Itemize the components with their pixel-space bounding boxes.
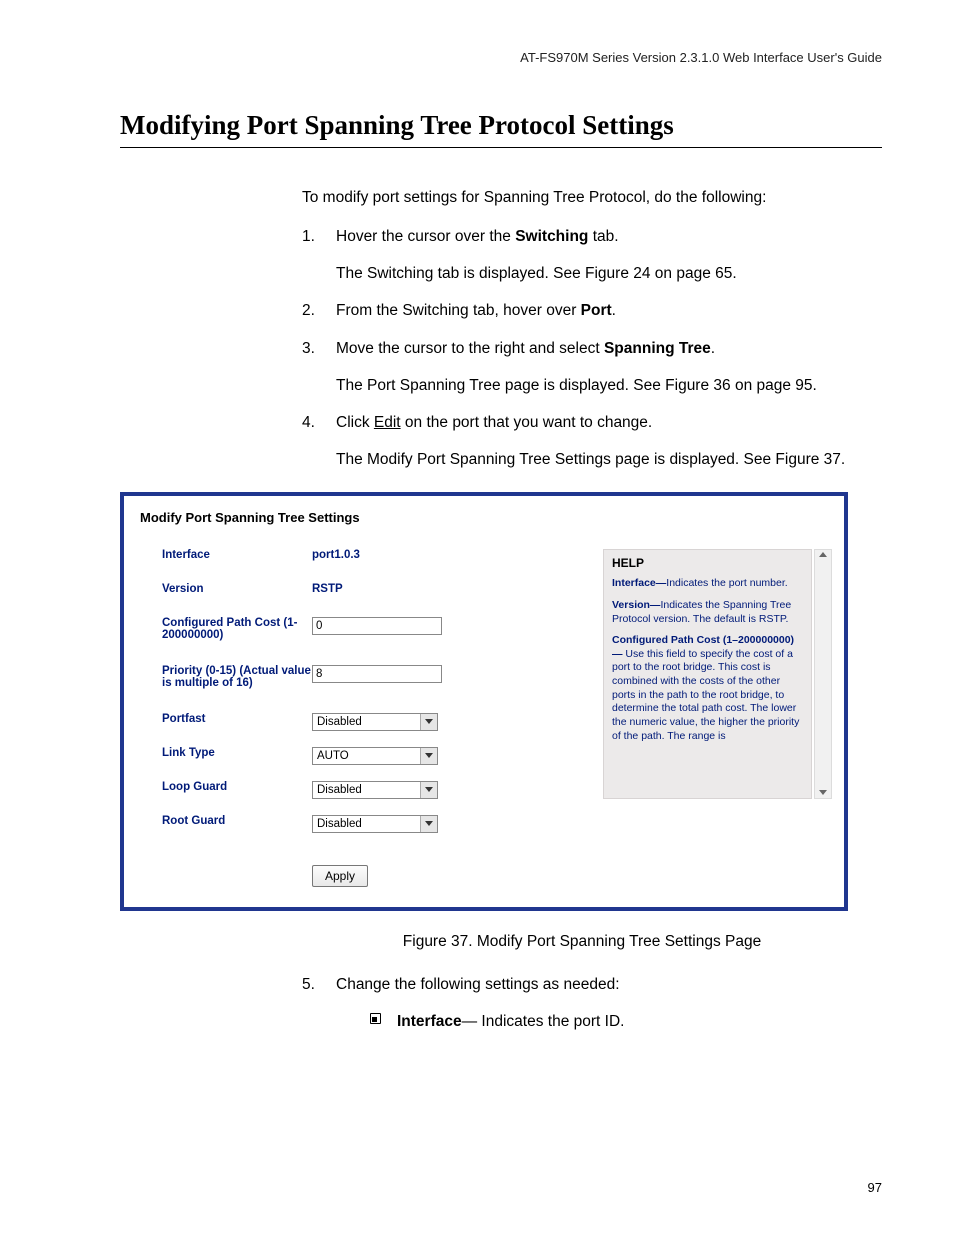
value-version: RSTP <box>312 583 583 617</box>
help-box: HELP Interface—Indicates the port number… <box>603 549 812 799</box>
select-link-type-value: AUTO <box>317 750 349 762</box>
step-bold: Port <box>581 302 612 319</box>
form-labels-column: Interface Version Configured Path Cost (… <box>162 549 312 887</box>
label-interface: Interface <box>162 549 312 583</box>
input-configured-path-cost[interactable] <box>312 617 442 635</box>
bullet-icon <box>370 1013 381 1024</box>
step-3: 3. Move the cursor to the right and sele… <box>302 337 862 398</box>
step-subtext: The Port Spanning Tree page is displayed… <box>336 374 862 397</box>
step-subtext: The Modify Port Spanning Tree Settings p… <box>336 448 862 471</box>
help-term-interface: Interface— <box>612 577 666 589</box>
step-number: 4. <box>302 411 320 472</box>
document-page: AT-FS970M Series Version 2.3.1.0 Web Int… <box>0 0 954 1235</box>
panel-title: Modify Port Spanning Tree Settings <box>140 510 832 525</box>
section-title: Modifying Port Spanning Tree Protocol Se… <box>120 110 882 141</box>
step-text: tab. <box>588 228 618 245</box>
label-link-type: Link Type <box>162 747 312 781</box>
value-row-cpc <box>312 617 583 665</box>
step-4: 4. Click Edit on the port that you want … <box>302 411 862 472</box>
input-priority[interactable] <box>312 665 442 683</box>
select-loop-guard-value: Disabled <box>317 784 362 796</box>
figure-caption: Figure 37. Modify Port Spanning Tree Set… <box>302 933 862 951</box>
step-number: 5. <box>302 973 320 1034</box>
value-row-priority <box>312 665 583 713</box>
bullet-text: — Indicates the port ID. <box>462 1013 625 1030</box>
value-row-linktype: AUTO <box>312 747 583 781</box>
steps-list: 1. Hover the cursor over the Switching t… <box>302 225 862 472</box>
chevron-down-icon <box>420 782 437 798</box>
step-bold: Spanning Tree <box>604 340 711 357</box>
apply-row: Apply <box>312 849 583 887</box>
select-loop-guard[interactable]: Disabled <box>312 781 438 799</box>
form-values-column: port1.0.3 RSTP Disabled <box>312 549 583 887</box>
scroll-down-icon <box>819 790 827 796</box>
step-text: on the port that you want to change. <box>401 414 653 431</box>
step-link: Edit <box>374 414 401 431</box>
help-text: Use this field to specify the cost of a … <box>612 648 799 742</box>
bullet-item: Interface— Indicates the port ID. <box>370 1010 862 1033</box>
step-text: . <box>711 340 715 357</box>
steps-list-continued: 5. Change the following settings as need… <box>302 973 862 1034</box>
step-2: 2. From the Switching tab, hover over Po… <box>302 299 862 322</box>
page-number: 97 <box>868 1180 882 1195</box>
label-version: Version <box>162 583 312 617</box>
value-interface: port1.0.3 <box>312 549 583 583</box>
step-text: Hover the cursor over the <box>336 228 515 245</box>
step-text: . <box>612 302 616 319</box>
step-subtext: The Switching tab is displayed. See Figu… <box>336 262 862 285</box>
figure-panel: Modify Port Spanning Tree Settings Inter… <box>120 492 848 911</box>
select-link-type[interactable]: AUTO <box>312 747 438 765</box>
panel-body: Interface Version Configured Path Cost (… <box>136 549 832 887</box>
step-text: Click <box>336 414 374 431</box>
value-row-rootguard: Disabled <box>312 815 583 849</box>
step-number: 3. <box>302 337 320 398</box>
label-root-guard: Root Guard <box>162 815 312 849</box>
step-text: Change the following settings as needed: <box>336 976 620 993</box>
intro-paragraph: To modify port settings for Spanning Tre… <box>302 188 862 209</box>
label-loop-guard: Loop Guard <box>162 781 312 815</box>
panel-form-area: Interface Version Configured Path Cost (… <box>136 549 583 887</box>
chevron-down-icon <box>420 714 437 730</box>
step-bold: Switching <box>515 228 588 245</box>
scroll-up-icon <box>819 552 827 558</box>
help-term-version: Version— <box>612 599 660 611</box>
header-doc-title: AT-FS970M Series Version 2.3.1.0 Web Int… <box>520 50 882 65</box>
panel-help-area: HELP Interface—Indicates the port number… <box>603 549 832 887</box>
body-content: To modify port settings for Spanning Tre… <box>302 188 862 472</box>
select-portfast[interactable]: Disabled <box>312 713 438 731</box>
help-text: Indicates the port number. <box>666 577 787 589</box>
title-underline <box>120 147 882 148</box>
label-priority: Priority (0-15) (Actual value is multipl… <box>162 665 312 713</box>
bullet-bold: Interface <box>397 1013 462 1030</box>
select-root-guard[interactable]: Disabled <box>312 815 438 833</box>
select-root-guard-value: Disabled <box>317 818 362 830</box>
select-portfast-value: Disabled <box>317 716 362 728</box>
label-configured-path-cost: Configured Path Cost (1-200000000) <box>162 617 312 665</box>
step-5: 5. Change the following settings as need… <box>302 973 862 1034</box>
chevron-down-icon <box>420 748 437 764</box>
step-1: 1. Hover the cursor over the Switching t… <box>302 225 862 286</box>
apply-button[interactable]: Apply <box>312 865 368 887</box>
step-text: From the Switching tab, hover over <box>336 302 581 319</box>
step-text: Move the cursor to the right and select <box>336 340 604 357</box>
post-figure-body: 5. Change the following settings as need… <box>302 973 862 1034</box>
value-row-loopguard: Disabled <box>312 781 583 815</box>
step-number: 1. <box>302 225 320 286</box>
help-heading: HELP <box>612 556 803 572</box>
step-number: 2. <box>302 299 320 322</box>
label-portfast: Portfast <box>162 713 312 747</box>
help-scrollbar[interactable] <box>814 549 832 799</box>
chevron-down-icon <box>420 816 437 832</box>
value-row-portfast: Disabled <box>312 713 583 747</box>
